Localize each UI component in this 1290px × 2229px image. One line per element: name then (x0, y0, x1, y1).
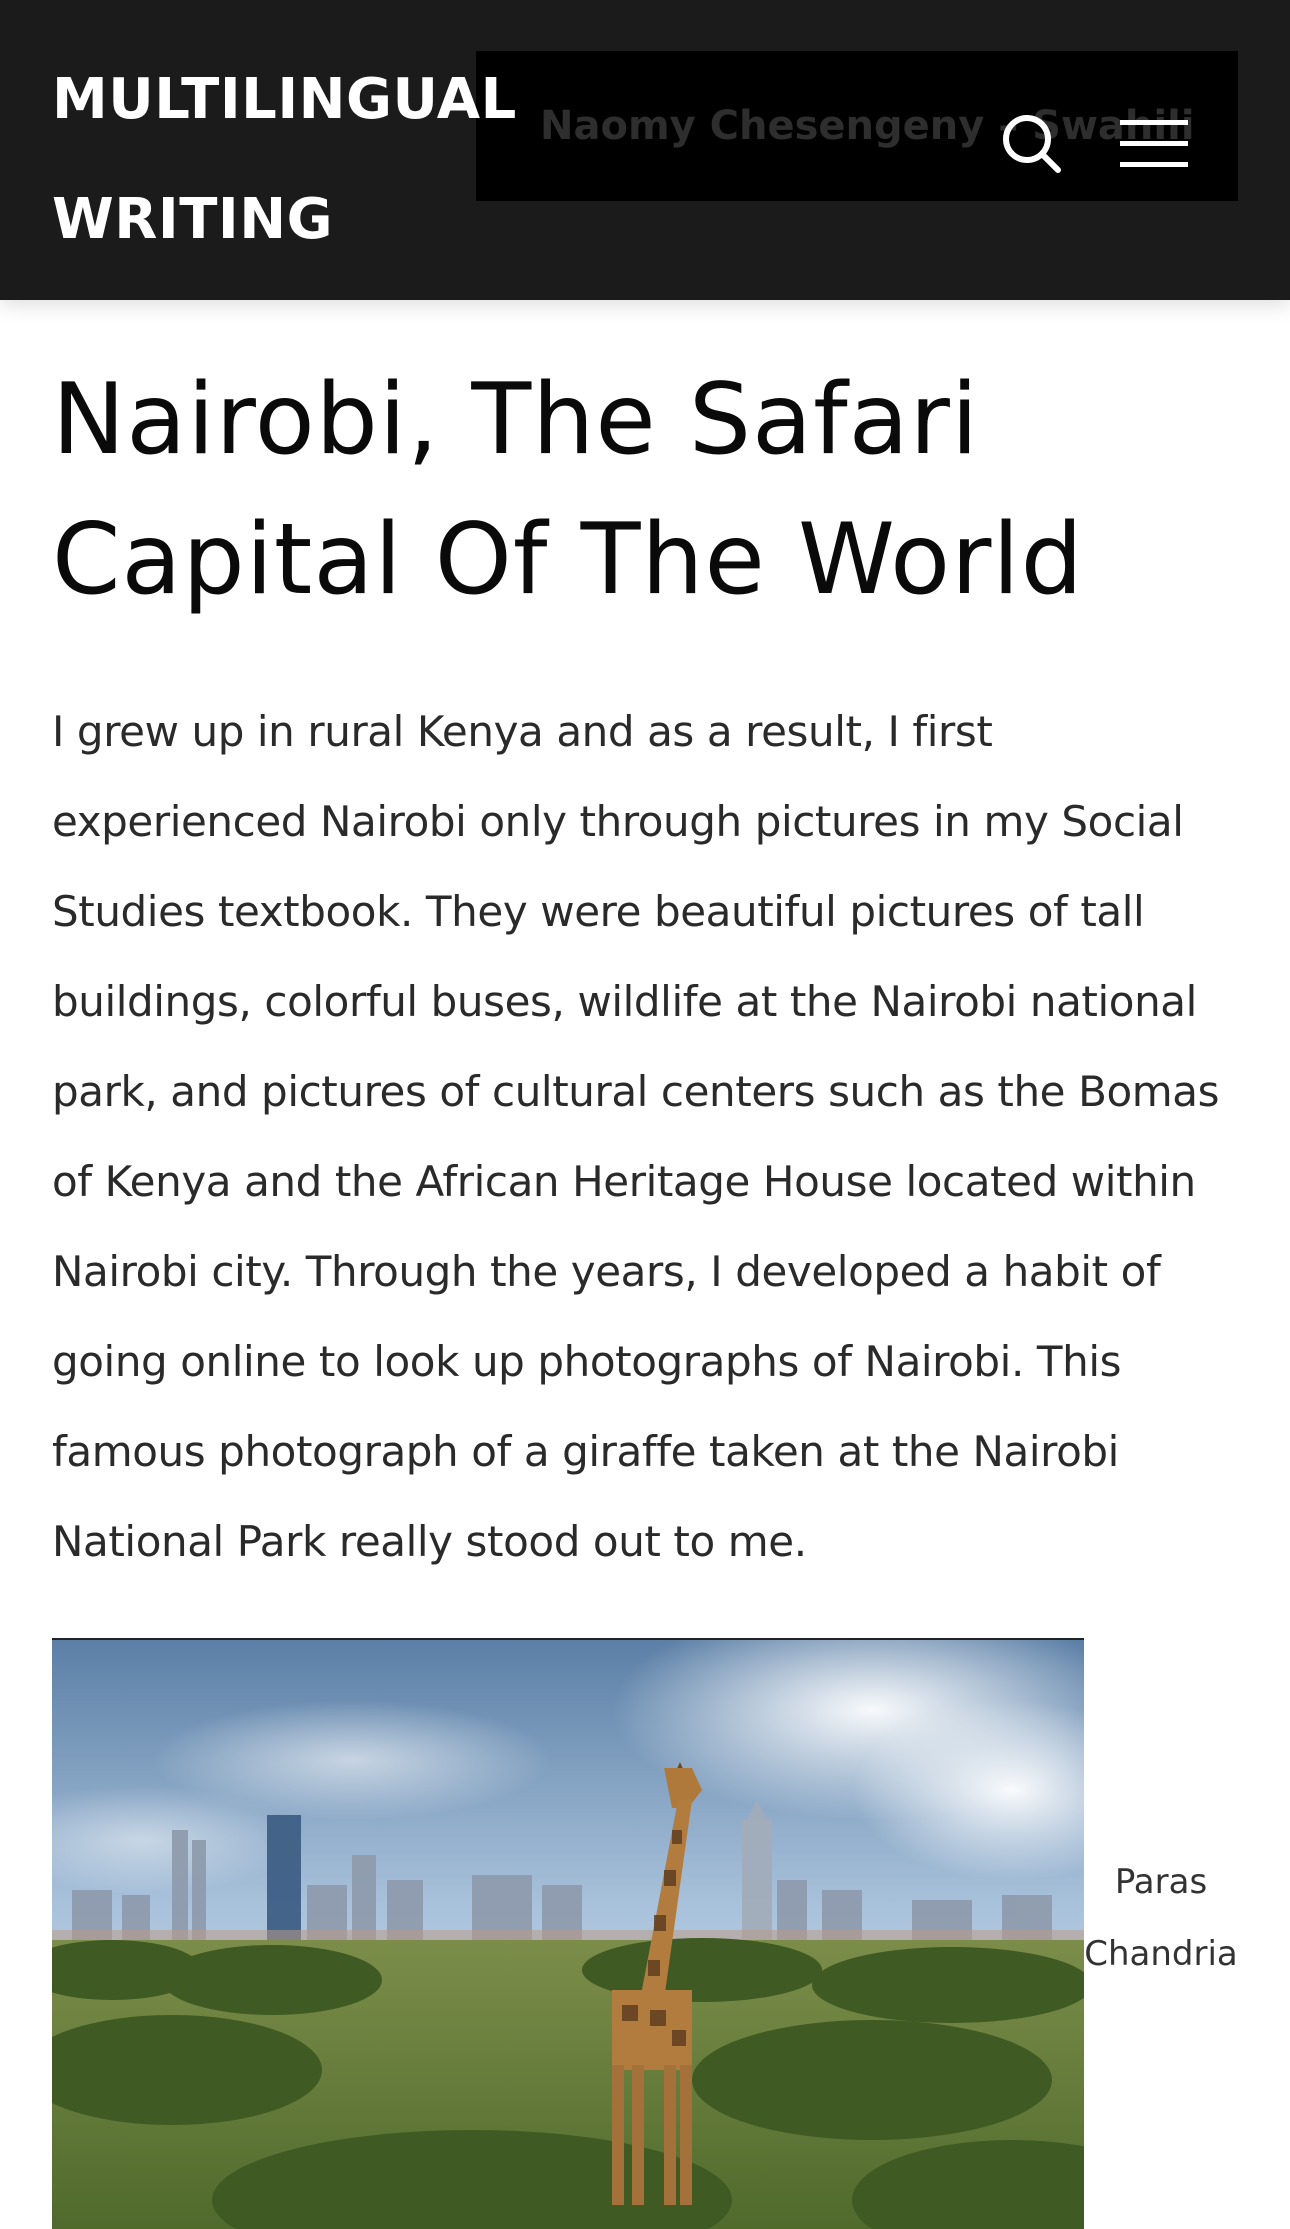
search-button[interactable] (1000, 112, 1064, 176)
site-title-line-2: WRITING (52, 187, 334, 252)
site-title-link[interactable]: MULTILINGUAL WRITING (52, 40, 572, 280)
body-line: Nairobi city. Through the years, I devel… (52, 1247, 1161, 1296)
body-line: buildings, colorful buses, wildlife at t… (52, 977, 1197, 1026)
giraffe-skyline-image (52, 1640, 1084, 2229)
menu-button[interactable] (1118, 116, 1190, 172)
hamburger-menu-icon (1120, 120, 1188, 167)
body-line: National Park really stood out to me. (52, 1517, 807, 1566)
caption-line-2: Chandria (1084, 1934, 1238, 1974)
body-line: Studies textbook. They were beautiful pi… (52, 887, 1145, 936)
body-line: experienced Nairobi only through picture… (52, 797, 1184, 846)
caption-line-1: Paras (1114, 1862, 1208, 1902)
body-line: park, and pictures of cultural centers s… (52, 1067, 1220, 1116)
author-language-label: Naomy Chesengeny – Swahili (540, 103, 1195, 149)
giraffe-photo[interactable] (52, 1638, 1084, 2229)
photo-caption: Paras Chandria (1084, 1846, 1238, 1990)
site-header: Naomy Chesengeny – Swahili MULTILINGUAL … (0, 0, 1290, 300)
search-icon (1003, 115, 1061, 173)
body-line: of Kenya and the African Heritage House … (52, 1157, 1196, 1206)
site-title-line-1: MULTILINGUAL (52, 67, 517, 132)
body-line: going online to look up photographs of N… (52, 1337, 1122, 1386)
post-title: Nairobi, The Safari Capital Of The World (52, 363, 1084, 617)
body-line: I grew up in rural Kenya and as a result… (52, 707, 993, 756)
body-line: famous photograph of a giraffe taken at … (52, 1427, 1119, 1476)
post-body: I grew up in rural Kenya and as a result… (52, 687, 1252, 1587)
